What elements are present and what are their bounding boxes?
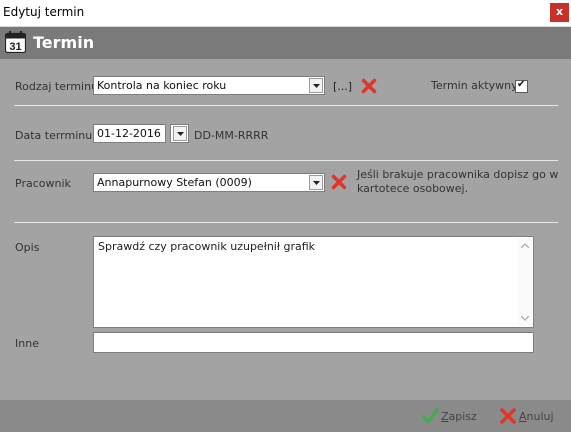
date-value: 01-12-2016 — [97, 127, 161, 140]
cancel-label: Anuluj — [519, 410, 554, 423]
dialog-footer: Zapisz Anuluj — [0, 400, 571, 432]
date-picker-button[interactable] — [170, 124, 189, 143]
checkmark-icon — [421, 408, 439, 424]
rodzaj-clear-icon[interactable] — [361, 78, 377, 94]
date-format-hint: DD-MM-RRRR — [194, 129, 269, 142]
dialog-header: 31 Termin — [0, 27, 571, 59]
close-button[interactable]: x — [550, 3, 569, 22]
close-icon — [500, 408, 516, 424]
save-button[interactable]: Zapisz — [421, 407, 481, 425]
divider — [14, 222, 558, 223]
pracownik-value: Annapurnowy Stefan (0009) — [97, 176, 252, 189]
opis-value: Sprawdź czy pracownik uzupełnił grafik — [98, 240, 316, 253]
opis-textarea[interactable]: Sprawdź czy pracownik uzupełnił grafik — [93, 236, 534, 328]
save-label: Zapisz — [441, 410, 477, 423]
rodzaj-value: Kontrola na koniec roku — [97, 79, 227, 92]
chevron-down-icon[interactable] — [173, 126, 187, 141]
opis-label: Opis — [15, 241, 40, 254]
chevron-down-icon[interactable] — [309, 78, 323, 93]
chevron-down-icon[interactable] — [309, 175, 323, 190]
scrollbar[interactable] — [518, 238, 532, 326]
pracownik-label: Pracownik — [15, 177, 71, 190]
date-input[interactable]: 01-12-2016 — [93, 124, 166, 143]
page-title: Termin — [33, 33, 95, 52]
inne-label: Inne — [15, 337, 39, 350]
scroll-down-icon[interactable] — [521, 316, 529, 321]
inne-input[interactable] — [93, 332, 534, 353]
calendar-icon: 31 — [5, 31, 26, 53]
divider — [14, 160, 558, 161]
scroll-up-icon[interactable] — [521, 243, 529, 248]
divider — [14, 105, 558, 106]
rodzaj-select[interactable]: Kontrola na koniec roku — [93, 76, 325, 95]
window-titlebar: Edytuj termin x — [0, 0, 571, 27]
rodzaj-label: Rodzaj terminu — [15, 80, 99, 93]
check-icon: ✔ — [517, 79, 526, 90]
cancel-button[interactable]: Anuluj — [499, 407, 559, 425]
pracownik-select[interactable]: Annapurnowy Stefan (0009) — [93, 173, 325, 192]
pracownik-clear-icon[interactable] — [331, 174, 347, 190]
pracownik-hint-line1: Jeśli brakuje pracownika dopisz go w — [357, 168, 559, 181]
pracownik-hint-line2: kartotece osobowej. — [357, 182, 469, 195]
aktywny-label: Termin aktywny — [431, 79, 518, 92]
window-title: Edytuj termin — [3, 5, 85, 19]
data-label: Data terrminu — [15, 129, 93, 142]
aktywny-checkbox[interactable]: ✔ — [515, 79, 528, 93]
rodzaj-browse-button[interactable]: [...] — [333, 80, 352, 93]
calendar-day: 31 — [9, 41, 21, 53]
